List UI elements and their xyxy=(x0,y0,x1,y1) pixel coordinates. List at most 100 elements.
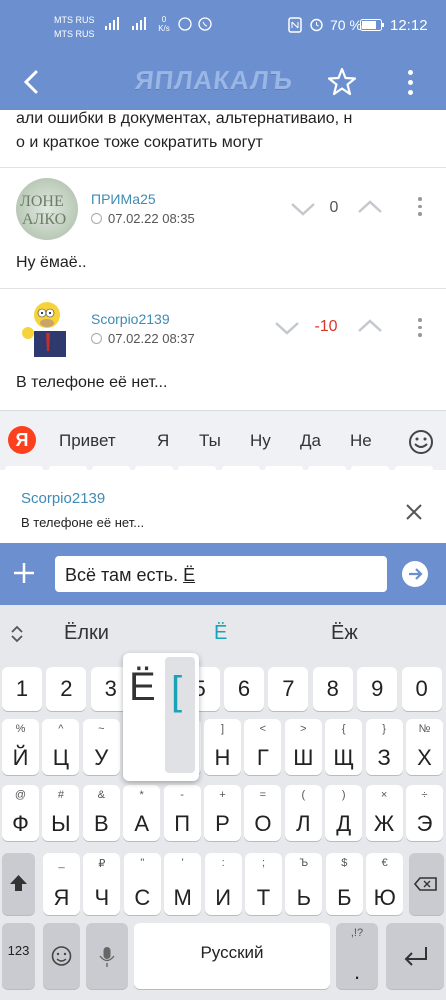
back-arrow-icon[interactable] xyxy=(16,66,48,98)
number-key[interactable]: 7 xyxy=(268,667,309,711)
downvote-chevron-icon[interactable] xyxy=(274,318,300,338)
enter-key[interactable] xyxy=(386,923,444,989)
key-secondary-char: ; xyxy=(261,857,266,869)
yandex-logo-icon[interactable]: Я xyxy=(8,426,36,454)
suggestion-word[interactable]: Да xyxy=(300,431,321,451)
letter-key[interactable]: } З xyxy=(365,719,403,775)
letter-key[interactable]: № Х xyxy=(406,719,443,775)
candidate-word[interactable]: Ёлки xyxy=(64,622,109,645)
letter-key[interactable]: _ Я xyxy=(43,853,80,915)
emoji-key[interactable] xyxy=(43,923,80,989)
emoji-icon[interactable] xyxy=(408,429,434,455)
letter-key[interactable]: ₽ Ч xyxy=(83,853,121,915)
upvote-chevron-icon[interactable] xyxy=(357,316,383,336)
avatar[interactable]: ЛОНЕ АЛКО xyxy=(16,178,78,240)
letter-key[interactable]: ЪЬ xyxy=(285,853,323,915)
shift-arrow-icon xyxy=(10,875,27,891)
letter-key[interactable]: -П xyxy=(163,785,201,841)
number-key[interactable]: 6 xyxy=(224,667,264,711)
letter-key[interactable]: & В xyxy=(82,785,120,841)
letter-key[interactable]: ; Т xyxy=(245,853,282,915)
popup-letter[interactable]: Ё xyxy=(129,665,156,710)
candidate-word[interactable]: Ёж xyxy=(331,622,358,645)
clock-icon xyxy=(91,333,102,344)
suggestion-word[interactable]: Я xyxy=(157,431,169,451)
comment-date: 07.02.22 08:35 xyxy=(91,211,195,226)
key-label: М xyxy=(173,885,192,910)
key-label: У xyxy=(94,745,109,770)
letter-key[interactable]: % Й xyxy=(2,719,39,775)
letter-key[interactable]: = О xyxy=(244,785,282,841)
suggestion-word[interactable]: Ну xyxy=(250,431,271,451)
letter-key[interactable]: < Г xyxy=(244,719,282,775)
letter-key[interactable]: * А xyxy=(123,785,161,841)
numbers-mode-key[interactable]: 123 xyxy=(2,923,35,989)
letter-key[interactable]: + Р xyxy=(204,785,241,841)
letter-key[interactable]: # Ы xyxy=(42,785,80,841)
number-key[interactable]: 1 xyxy=(2,667,42,711)
key-edge xyxy=(395,466,433,474)
letter-key[interactable]: {Щ xyxy=(325,719,363,775)
key-secondary-char: @ xyxy=(14,789,27,801)
attach-plus-icon[interactable] xyxy=(12,561,36,585)
status-bar: MTS RUS MTS RUS 0 K/s 70 % 12:12 xyxy=(0,0,446,56)
letter-key[interactable]: " С xyxy=(123,853,161,915)
upvote-chevron-icon[interactable] xyxy=(357,197,383,217)
carrier-label-2: MTS RUS xyxy=(54,29,95,39)
letter-key[interactable]: :И xyxy=(204,853,242,915)
key-label: И xyxy=(215,885,231,910)
send-arrow-icon[interactable] xyxy=(402,561,428,587)
comment-date: 07.02.22 08:37 xyxy=(91,331,195,346)
more-menu-icon[interactable] xyxy=(400,66,420,98)
letter-key[interactable]: $ Б xyxy=(325,853,363,915)
key-label: 123 xyxy=(7,943,30,958)
candidate-word-selected[interactable]: Ё xyxy=(214,622,227,645)
comment-menu-icon[interactable] xyxy=(416,318,424,340)
key-label: Ь xyxy=(296,885,312,910)
space-key[interactable]: Русский xyxy=(134,923,330,989)
suggestion-word[interactable]: Привет xyxy=(59,431,116,451)
shift-key[interactable] xyxy=(2,853,35,915)
letter-key[interactable]: × Ж xyxy=(365,785,403,841)
comment-username[interactable]: ПРИМа25 xyxy=(91,191,156,207)
letter-key[interactable]: ÷ Э xyxy=(406,785,443,841)
suggestion-word[interactable]: Ты xyxy=(199,431,221,451)
app-logo[interactable]: ЯПЛАКАЛЪ xyxy=(133,65,294,96)
comment-username[interactable]: Scorpio2139 xyxy=(91,311,170,327)
key-label: Н xyxy=(214,745,231,770)
key-label: Л xyxy=(296,811,311,836)
popup-selected-option[interactable]: [ xyxy=(165,657,195,773)
suggestion-word[interactable]: Не xyxy=(350,431,372,451)
comment-menu-icon[interactable] xyxy=(416,197,424,219)
expand-collapse-icon[interactable] xyxy=(10,625,24,643)
letter-key[interactable]: ~ У xyxy=(82,719,120,775)
viber-icon xyxy=(198,17,212,31)
letter-key[interactable]: ^ Ц xyxy=(42,719,80,775)
favorite-star-icon[interactable] xyxy=(326,66,358,98)
key-label: Д xyxy=(336,811,352,836)
battery-icon xyxy=(360,19,384,31)
letter-key[interactable]: > Ш xyxy=(284,719,322,775)
number-key[interactable]: 8 xyxy=(312,667,353,711)
backspace-key[interactable] xyxy=(409,853,444,915)
letter-key[interactable]: € Ю xyxy=(366,853,404,915)
number-key[interactable]: 2 xyxy=(46,667,87,711)
key-label: . xyxy=(353,959,361,984)
message-input[interactable]: Всё там есть. Ё xyxy=(55,556,387,592)
letter-key[interactable]: ) Д xyxy=(325,785,363,841)
number-key[interactable]: 9 xyxy=(357,667,398,711)
letter-key[interactable]: ' М xyxy=(164,853,202,915)
key-label: С xyxy=(134,885,151,910)
letter-key[interactable]: (Л xyxy=(284,785,322,841)
letter-key[interactable]: ] Н xyxy=(204,719,241,775)
number-key[interactable]: 0 xyxy=(401,667,442,711)
microphone-key[interactable] xyxy=(86,923,128,989)
close-icon[interactable] xyxy=(404,502,424,522)
avatar[interactable] xyxy=(16,295,78,357)
downvote-chevron-icon[interactable] xyxy=(290,199,316,219)
punctuation-key[interactable]: ,!?. xyxy=(336,923,378,989)
message-input-bar: Всё там есть. Ё xyxy=(0,543,446,605)
key-secondary-char: # xyxy=(57,789,64,801)
letter-key[interactable]: @ Ф xyxy=(2,785,39,841)
key-label: 1 xyxy=(15,676,29,701)
